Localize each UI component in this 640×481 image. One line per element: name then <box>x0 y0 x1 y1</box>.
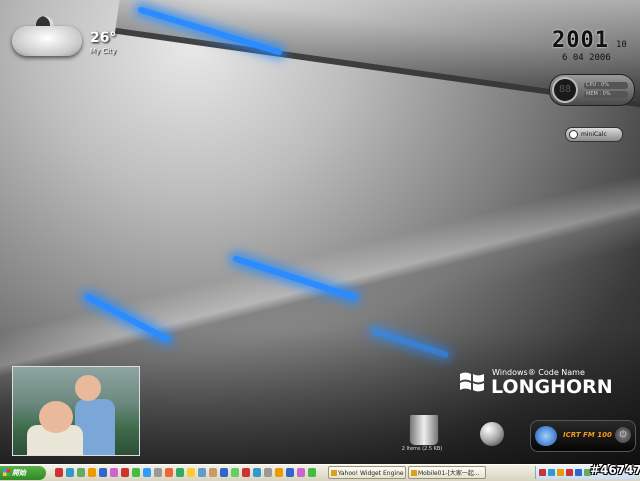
weather-widget[interactable]: 26° My City <box>10 16 120 62</box>
quicklaunch-icon[interactable] <box>132 468 140 477</box>
weather-temperature: 26° <box>90 30 117 46</box>
quicklaunch-icon[interactable] <box>66 468 74 477</box>
quicklaunch-icon[interactable] <box>187 468 195 477</box>
radio-logo-icon <box>535 426 557 446</box>
photo-subject <box>39 401 73 433</box>
watermark: #46747 <box>590 463 640 477</box>
meter-dial: 88 <box>552 77 578 103</box>
tray-icon[interactable] <box>566 469 573 476</box>
taskbar: 開始 Yahoo! Widget Engine Mobile01-[大家一起..… <box>0 464 640 481</box>
quicklaunch-icon[interactable] <box>143 468 151 477</box>
recycle-bin[interactable] <box>406 410 442 446</box>
cpu-bar: CPU : 0% <box>584 82 628 89</box>
quicklaunch-icon[interactable] <box>286 468 294 477</box>
mem-bar: MEM : 0% <box>584 91 628 98</box>
system-meter-widget[interactable]: 88 CPU : 0% MEM : 0% <box>549 74 635 106</box>
longhorn-title: LONGHORN <box>491 376 613 398</box>
start-button[interactable]: 開始 <box>0 466 46 480</box>
radio-widget[interactable]: ICRT FM 100 ⏻ <box>530 420 636 452</box>
tray-icon[interactable] <box>548 469 555 476</box>
tray-icon[interactable] <box>575 469 582 476</box>
recycle-bin-icon <box>409 414 439 446</box>
quicklaunch-icon[interactable] <box>77 468 85 477</box>
quicklaunch-icon[interactable] <box>99 468 107 477</box>
photo-subject <box>75 375 101 401</box>
calculator-icon <box>569 130 578 139</box>
clock-date: 6 04 2006 <box>562 53 611 63</box>
minicalc-label: miniCalc <box>581 131 607 138</box>
minicalc-widget[interactable]: miniCalc <box>565 127 623 142</box>
quicklaunch-icon[interactable] <box>154 468 162 477</box>
quicklaunch-icon[interactable] <box>308 468 316 477</box>
windows-flag-icon <box>460 372 484 392</box>
desktop: 26° My City 2001 10 6 04 2006 88 CPU : 0… <box>0 0 640 464</box>
cloud-icon <box>12 26 82 56</box>
tray-icon[interactable] <box>557 469 564 476</box>
quicklaunch-icon[interactable] <box>121 468 129 477</box>
photo-widget[interactable] <box>12 366 140 456</box>
recycle-bin-label: 2 Items (2.5 KB) <box>401 446 443 452</box>
taskbar-task-yahoo-widget-engine[interactable]: Yahoo! Widget Engine <box>328 466 406 479</box>
quicklaunch-icon[interactable] <box>165 468 173 477</box>
quicklaunch-icon[interactable] <box>220 468 228 477</box>
quicklaunch-icon[interactable] <box>55 468 63 477</box>
weather-city: My City <box>90 47 117 55</box>
quicklaunch-icon[interactable] <box>176 468 184 477</box>
clock-seconds: 10 <box>616 40 627 50</box>
taskbar-task-mobile01[interactable]: Mobile01-[大家一起... <box>408 466 486 479</box>
quicklaunch-icon[interactable] <box>297 468 305 477</box>
tray-icon[interactable] <box>539 469 546 476</box>
clock-widget[interactable]: 2001 10 6 04 2006 <box>552 28 638 64</box>
quicklaunch-icon[interactable] <box>110 468 118 477</box>
power-icon[interactable]: ⏻ <box>615 427 631 443</box>
longhorn-logo: Windows® Code Name LONGHORN <box>458 366 613 398</box>
quicklaunch-icon[interactable] <box>242 468 250 477</box>
quicklaunch-icon[interactable] <box>209 468 217 477</box>
radio-station: ICRT FM 100 <box>563 431 612 439</box>
quicklaunch-icon[interactable] <box>231 468 239 477</box>
quicklaunch-icon[interactable] <box>198 468 206 477</box>
quicklaunch-icon[interactable] <box>275 468 283 477</box>
orb-widget-icon[interactable] <box>480 422 504 446</box>
clock-time: 2001 <box>552 28 609 53</box>
quicklaunch-icon[interactable] <box>264 468 272 477</box>
quicklaunch-icon[interactable] <box>253 468 261 477</box>
quicklaunch-icon[interactable] <box>88 468 96 477</box>
